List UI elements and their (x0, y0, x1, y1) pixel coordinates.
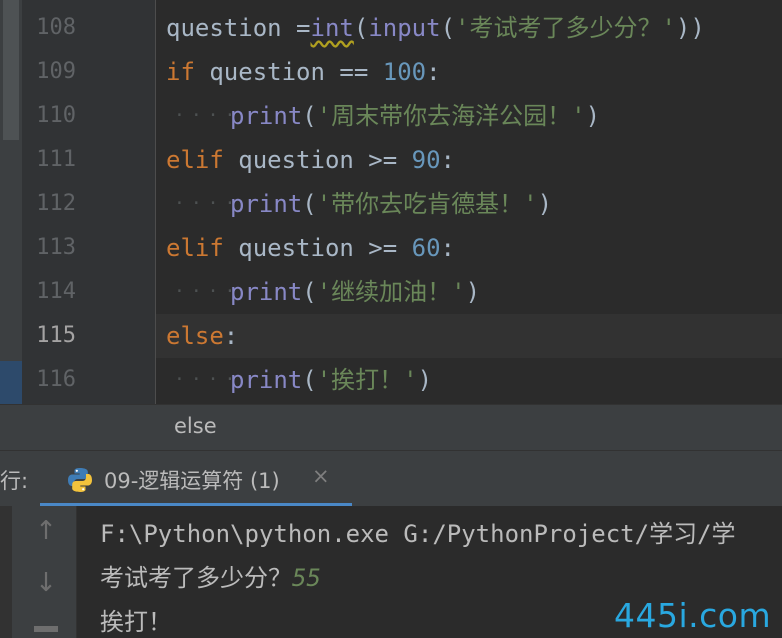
code-token: ) (537, 190, 553, 218)
arrow-down-icon[interactable]: ↓ (28, 568, 64, 598)
toolbar-bottom-icon[interactable] (34, 626, 58, 632)
code-line[interactable]: elif question >= 60: (156, 226, 782, 270)
code-line[interactable]: question =int(input('考试考了多少分？')) (156, 6, 782, 50)
watermark: 445i.com (614, 596, 772, 635)
code-token: else (166, 322, 224, 350)
code-token: print (230, 366, 303, 394)
code-token: = (296, 14, 311, 42)
run-tool-window-header: 行: 09-逻辑运算符 (1) × (0, 450, 782, 507)
code-token: )) (675, 14, 705, 42)
console-user-input: 55 (292, 564, 321, 592)
code-token: question (166, 14, 297, 42)
line-number-gutter: 108 109 110 111 112 113 114 115 116 (22, 0, 156, 404)
code-token: 100 (382, 58, 427, 86)
code-token: input (368, 14, 441, 42)
breadcrumb-item[interactable]: else (174, 414, 217, 438)
code-token: elif (166, 146, 224, 174)
line-number: 111 (36, 147, 76, 172)
console-output-line: F:\Python\python.exe G:/PythonProject/学习… (100, 520, 736, 548)
console-prompt: 考试考了多少分？ (100, 564, 292, 592)
code-token: 60 (411, 234, 441, 262)
line-number: 110 (36, 103, 76, 128)
console-output-line: 挨打！ (100, 608, 172, 636)
code-line[interactable]: ···· print('周末带你去海洋公园！') (156, 94, 782, 138)
code-token: question == (194, 58, 383, 86)
code-token: : (426, 58, 441, 86)
code-token: ) (585, 102, 601, 130)
code-token: : (440, 146, 455, 174)
code-token: print (230, 190, 303, 218)
console-output-line: 考试考了多少分？55 (100, 558, 321, 593)
code-token: '挨打！' (316, 366, 418, 394)
close-icon[interactable]: × (312, 464, 330, 488)
line-number: 114 (36, 279, 76, 304)
code-token: '考试考了多少分？' (455, 14, 676, 42)
code-token: print (230, 278, 303, 306)
line-number: 108 (36, 15, 76, 40)
line-number: 109 (36, 59, 76, 84)
code-token: ) (465, 278, 481, 306)
code-token: int (310, 14, 354, 42)
current-code-line[interactable]: else: (156, 314, 782, 358)
current-line-number: 115 (36, 323, 76, 348)
code-token: ( (353, 14, 369, 42)
left-strip-selection (0, 361, 22, 404)
line-number: 112 (36, 191, 76, 216)
code-token: print (230, 102, 303, 130)
code-token: elif (166, 234, 224, 262)
code-token: question >= (223, 146, 412, 174)
code-token: if (166, 58, 195, 86)
run-label: 行: (0, 469, 29, 493)
line-number: 116 (36, 367, 76, 392)
code-token: '继续加油！' (316, 278, 466, 306)
code-token: '带你去吃肯德基！' (316, 190, 538, 218)
code-token: '周末带你去海洋公园！' (316, 102, 586, 130)
code-editor[interactable]: 108 109 110 111 112 113 114 115 116 ques… (0, 0, 782, 404)
code-token: : (440, 234, 455, 262)
code-line[interactable]: ···· print('挨打！') (156, 358, 782, 402)
breadcrumb: else (0, 404, 782, 451)
code-token: ( (302, 278, 317, 306)
editor-left-strip (0, 0, 22, 404)
run-tab-label: 09-逻辑运算符 (1) (104, 469, 280, 493)
code-token: ( (302, 366, 317, 394)
code-token: question >= (223, 234, 412, 262)
code-line[interactable]: elif question >= 90: (156, 138, 782, 182)
line-number: 113 (36, 235, 76, 260)
left-scroll-thumb[interactable] (3, 0, 19, 140)
code-area[interactable]: question =int(input('考试考了多少分？')) if ques… (156, 0, 782, 404)
code-token: ( (302, 102, 317, 130)
code-token: ( (440, 14, 456, 42)
code-line[interactable]: ···· print('带你去吃肯德基！') (156, 182, 782, 226)
python-icon (68, 468, 92, 492)
code-token: : (223, 322, 239, 350)
code-line[interactable]: ···· print('继续加油！') (156, 270, 782, 314)
arrow-up-icon[interactable]: ↑ (28, 516, 64, 546)
code-line[interactable]: if question == 100: (156, 50, 782, 94)
toolbar-edge (0, 506, 12, 638)
code-token: ( (302, 190, 317, 218)
code-token: ) (417, 366, 433, 394)
run-toolbar: ↑ ↓ (0, 506, 77, 638)
run-tab[interactable]: 09-逻辑运算符 (1) × (40, 451, 352, 507)
code-token: 90 (411, 146, 441, 174)
